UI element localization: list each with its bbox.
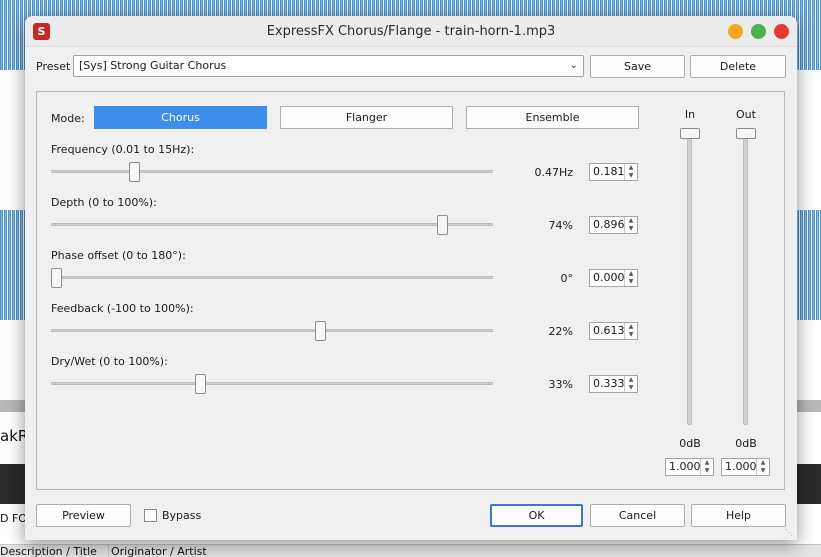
frequency-spinbox[interactable]: 0.181 ▲ ▼	[589, 163, 638, 181]
cancel-button[interactable]: Cancel	[590, 504, 685, 527]
spin-arrows[interactable]: ▲ ▼	[624, 323, 637, 339]
depth-label: Depth (0 to 100%):	[51, 196, 157, 209]
column-header-row: Description / Title Originator / Artist	[0, 544, 821, 557]
spin-down-icon[interactable]: ▼	[625, 331, 637, 339]
spin-up-icon[interactable]: ▲	[625, 164, 637, 172]
feedback-slider-track[interactable]	[51, 329, 493, 332]
column-header-description[interactable]: Description / Title	[0, 545, 97, 557]
depth-spinbox[interactable]: 0.896 ▲ ▼	[589, 216, 638, 234]
feedback-display: 22%	[548, 325, 573, 338]
spin-up-icon[interactable]: ▲	[625, 323, 637, 331]
dry-wet-spinbox[interactable]: 0.333 ▲ ▼	[589, 375, 638, 393]
dry-wet-display: 33%	[548, 378, 573, 391]
spin-up-icon[interactable]: ▲	[625, 217, 637, 225]
spin-up-icon[interactable]: ▲	[625, 376, 637, 384]
close-button[interactable]	[774, 24, 789, 39]
spin-down-icon[interactable]: ▼	[625, 225, 637, 233]
in-level-thumb[interactable]	[680, 128, 700, 139]
resize-grip-icon[interactable]: ⋱	[785, 528, 795, 538]
feedback-spinbox[interactable]: 0.613 ▲ ▼	[589, 322, 638, 340]
window-title: ExpressFX Chorus/Flange - train-horn-1.m…	[266, 24, 556, 39]
preset-dropdown[interactable]: [Sys] Strong Guitar Chorus ⌄	[73, 55, 584, 77]
ok-button[interactable]: OK	[490, 504, 583, 527]
spin-arrows[interactable]: ▲ ▼	[700, 459, 713, 475]
help-button[interactable]: Help	[691, 504, 786, 527]
frequency-slider-track[interactable]	[51, 170, 493, 173]
depth-slider-track[interactable]	[51, 223, 493, 226]
mode-flanger-button[interactable]: Flanger	[280, 106, 453, 129]
in-db-label: 0dB	[679, 437, 701, 450]
frequency-label: Frequency (0.01 to 15Hz):	[51, 143, 195, 156]
feedback-value: 0.613	[593, 324, 625, 337]
phase-offset-spinbox[interactable]: 0.000 ▲ ▼	[589, 269, 638, 287]
chorus-flange-dialog: S ExpressFX Chorus/Flange - train-horn-1…	[25, 16, 797, 540]
in-level-spinbox[interactable]: 1.000 ▲ ▼	[665, 458, 714, 476]
spin-down-icon[interactable]: ▼	[701, 467, 713, 475]
dry-wet-slider-thumb[interactable]	[194, 374, 206, 394]
column-header-originator[interactable]: Originator / Artist	[108, 545, 207, 557]
out-level-thumb[interactable]	[736, 128, 756, 139]
mode-ensemble-button[interactable]: Ensemble	[466, 106, 639, 129]
in-meter-label: In	[684, 108, 696, 121]
spin-down-icon[interactable]: ▼	[625, 278, 637, 286]
frequency-value: 0.181	[593, 165, 625, 178]
spin-arrows[interactable]: ▲ ▼	[624, 376, 637, 392]
depth-value: 0.896	[593, 218, 625, 231]
bypass-label: Bypass	[162, 509, 202, 522]
maximize-button[interactable]	[751, 24, 766, 39]
feedback-slider-thumb[interactable]	[315, 321, 327, 341]
depth-display: 74%	[548, 219, 573, 232]
effect-settings-panel: Mode: Chorus Flanger Ensemble Frequency …	[36, 91, 785, 490]
preset-label: Preset	[36, 60, 71, 73]
depth-slider-thumb[interactable]	[437, 215, 449, 235]
dry-wet-label: Dry/Wet (0 to 100%):	[51, 355, 168, 368]
frequency-slider-thumb[interactable]	[129, 162, 140, 182]
spin-arrows[interactable]: ▲ ▼	[624, 270, 637, 286]
out-level-track[interactable]	[743, 133, 748, 425]
phase-offset-label: Phase offset (0 to 180°):	[51, 249, 186, 262]
spin-down-icon[interactable]: ▼	[625, 384, 637, 392]
spin-arrows[interactable]: ▲ ▼	[624, 217, 637, 233]
phase-offset-value: 0.000	[593, 271, 625, 284]
frequency-display: 0.47Hz	[534, 166, 573, 179]
out-level-spinbox[interactable]: 1.000 ▲ ▼	[721, 458, 770, 476]
feedback-label: Feedback (-100 to 100%):	[51, 302, 194, 315]
out-db-label: 0dB	[735, 437, 757, 450]
spin-down-icon[interactable]: ▼	[625, 172, 637, 180]
mode-chorus-button[interactable]: Chorus	[94, 106, 267, 129]
spin-arrows[interactable]: ▲ ▼	[624, 164, 637, 180]
phase-offset-display: 0°	[560, 272, 574, 285]
spin-arrows[interactable]: ▲ ▼	[756, 459, 769, 475]
dry-wet-value: 0.333	[593, 377, 625, 390]
mode-label: Mode:	[51, 112, 85, 125]
preview-button[interactable]: Preview	[36, 504, 131, 527]
spin-up-icon[interactable]: ▲	[701, 459, 713, 467]
in-level-value: 1.000	[669, 460, 701, 473]
spin-up-icon[interactable]: ▲	[625, 270, 637, 278]
save-button[interactable]: Save	[590, 55, 685, 78]
minimize-button[interactable]	[728, 24, 743, 39]
out-level-value: 1.000	[725, 460, 757, 473]
bypass-checkbox[interactable]	[144, 509, 157, 522]
in-level-track[interactable]	[687, 133, 692, 425]
chevron-down-icon: ⌄	[569, 60, 578, 71]
spin-down-icon[interactable]: ▼	[757, 467, 769, 475]
file-list-text: D FO	[0, 512, 27, 525]
out-meter-label: Out	[736, 108, 756, 121]
delete-button[interactable]: Delete	[690, 55, 786, 78]
preset-value: [Sys] Strong Guitar Chorus	[79, 59, 227, 72]
title-bar[interactable]: S ExpressFX Chorus/Flange - train-horn-1…	[25, 16, 797, 47]
spin-up-icon[interactable]: ▲	[757, 459, 769, 467]
dry-wet-slider-track[interactable]	[51, 382, 493, 385]
phase-offset-slider-track[interactable]	[51, 276, 493, 279]
phase-offset-slider-thumb[interactable]	[51, 268, 62, 288]
